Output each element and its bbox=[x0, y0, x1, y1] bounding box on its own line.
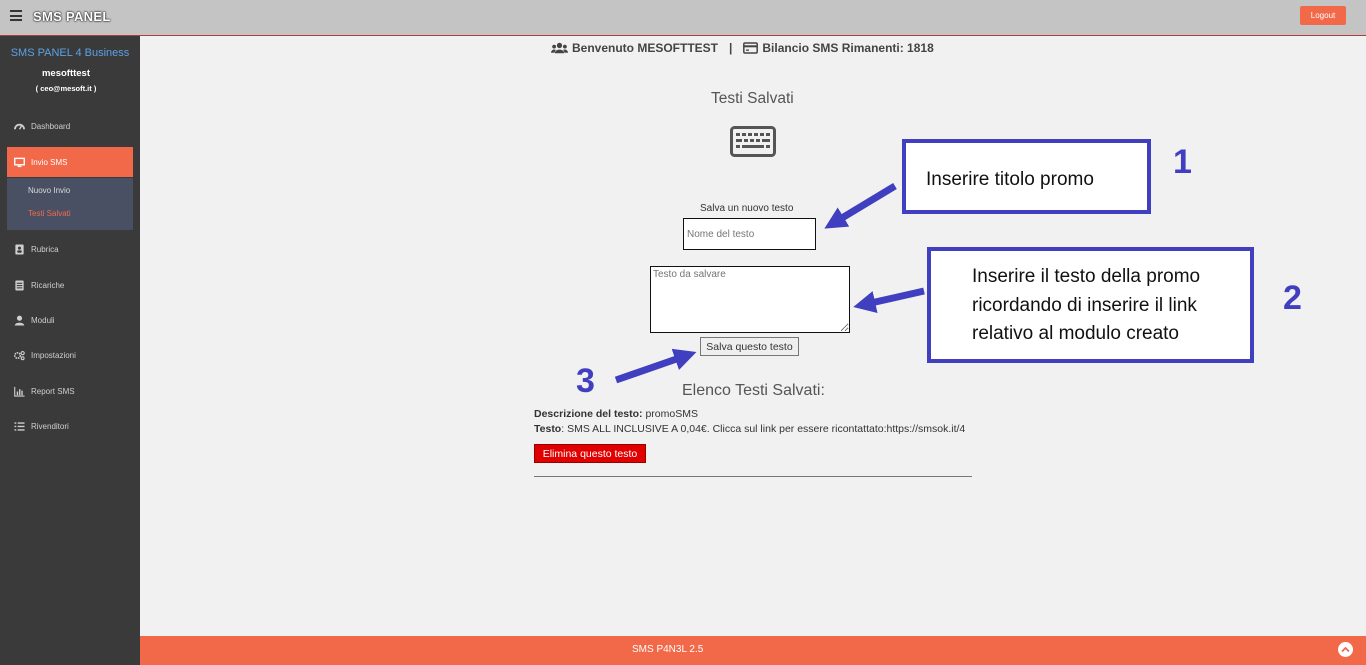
annotation-callout-2: Inserire il testo della promo ricordando… bbox=[927, 247, 1254, 363]
keyboard-icon bbox=[730, 126, 776, 157]
sidebar-submenu: Nuovo Invio Testi Salvati bbox=[7, 178, 133, 230]
submenu-item-testi-salvati[interactable]: Testi Salvati bbox=[28, 209, 71, 218]
sidebar-item-report-sms[interactable]: Report SMS bbox=[7, 376, 133, 406]
arrow-to-save-button bbox=[614, 348, 697, 384]
description-label: Descrizione del testo: bbox=[534, 408, 643, 420]
save-text-button[interactable]: Salva questo testo bbox=[700, 337, 799, 356]
gears-icon bbox=[14, 350, 25, 361]
hamburger-menu-icon[interactable] bbox=[10, 10, 22, 21]
list-icon bbox=[14, 421, 25, 432]
monitor-icon bbox=[14, 157, 25, 168]
sidebar-item-label: Ricariche bbox=[31, 280, 65, 290]
sidebar-item-label: Rubrica bbox=[31, 244, 59, 254]
submenu-item-nuovo-invio[interactable]: Nuovo Invio bbox=[28, 186, 70, 195]
saved-item-text: Testo: SMS ALL INCLUSIVE A 0,04€. Clicca… bbox=[534, 423, 965, 435]
annotation-number-2: 2 bbox=[1283, 279, 1302, 317]
description-value: promoSMS bbox=[642, 408, 698, 420]
brand-title: SMS PANEL bbox=[33, 9, 111, 24]
sidebar-item-dashboard[interactable]: Dashboard bbox=[7, 111, 133, 141]
welcome-header: Benvenuto MESOFTTEST | Bilancio SMS Rima… bbox=[551, 41, 934, 55]
user-icon bbox=[14, 315, 25, 326]
annotation-callout-1: Inserire titolo promo bbox=[902, 139, 1151, 214]
sidebar-item-impostazioni[interactable]: Impostazioni bbox=[7, 340, 133, 370]
saved-item-description: Descrizione del testo: promoSMS bbox=[534, 408, 698, 420]
sidebar-email: ( ceo@mesoft.it ) bbox=[35, 84, 97, 93]
scroll-to-top-button[interactable] bbox=[1338, 642, 1353, 657]
sidebar-item-moduli[interactable]: Moduli bbox=[7, 305, 133, 335]
sidebar-item-label: Moduli bbox=[31, 315, 55, 325]
logout-button[interactable]: Logout bbox=[1300, 6, 1346, 25]
text-content-textarea[interactable] bbox=[650, 266, 850, 333]
sidebar-item-rivenditori[interactable]: Rivenditori bbox=[7, 411, 133, 441]
contact-book-icon bbox=[14, 243, 25, 255]
dashboard-icon bbox=[14, 121, 25, 132]
sidebar-item-label: Dashboard bbox=[31, 121, 71, 131]
receipt-icon bbox=[14, 279, 25, 291]
new-text-label: Salva un nuovo testo bbox=[700, 203, 794, 214]
bar-chart-icon bbox=[14, 386, 25, 397]
sidebar-username: mesofttest bbox=[41, 68, 91, 79]
sidebar-item-ricariche[interactable]: Ricariche bbox=[7, 270, 133, 300]
sidebar-item-label: Rivenditori bbox=[31, 421, 69, 431]
arrow-to-name-input bbox=[824, 183, 897, 229]
section-title: Testi Salvati bbox=[711, 90, 794, 107]
annotation-number-1: 1 bbox=[1173, 143, 1192, 181]
welcome-text: Benvenuto MESOFTTEST bbox=[572, 41, 719, 55]
text-label: Testo bbox=[534, 423, 562, 435]
credit-card-icon bbox=[743, 42, 759, 54]
saved-list-title: Elenco Testi Salvati: bbox=[682, 382, 825, 399]
sidebar: SMS PANEL 4 Business mesofttest ( ceo@me… bbox=[0, 36, 140, 665]
users-icon bbox=[551, 42, 568, 54]
footer-version: SMS P4N3L 2.5 bbox=[632, 644, 704, 655]
sidebar-item-label: Invio SMS bbox=[31, 157, 68, 167]
header-separator: | bbox=[729, 41, 733, 55]
arrow-to-textarea bbox=[853, 287, 925, 313]
top-bar: SMS PANEL Logout bbox=[0, 0, 1366, 36]
chevron-up-icon bbox=[1341, 646, 1350, 653]
sidebar-item-rubrica[interactable]: Rubrica bbox=[7, 234, 133, 264]
divider bbox=[534, 476, 972, 477]
delete-text-button[interactable]: Elimina questo testo bbox=[534, 444, 646, 463]
sms-balance: Bilancio SMS Rimanenti: 1818 bbox=[762, 41, 934, 55]
footer: SMS P4N3L 2.5 bbox=[140, 636, 1366, 665]
text-name-input[interactable] bbox=[683, 218, 816, 250]
sidebar-item-label: Report SMS bbox=[31, 386, 75, 396]
sidebar-item-invio-sms[interactable]: Invio SMS bbox=[7, 147, 133, 177]
annotation-number-3: 3 bbox=[576, 362, 595, 400]
text-value: : SMS ALL INCLUSIVE A 0,04€. Clicca sul … bbox=[561, 423, 966, 435]
sidebar-title: SMS PANEL 4 Business bbox=[10, 47, 130, 59]
sidebar-item-label: Impostazioni bbox=[31, 350, 76, 360]
